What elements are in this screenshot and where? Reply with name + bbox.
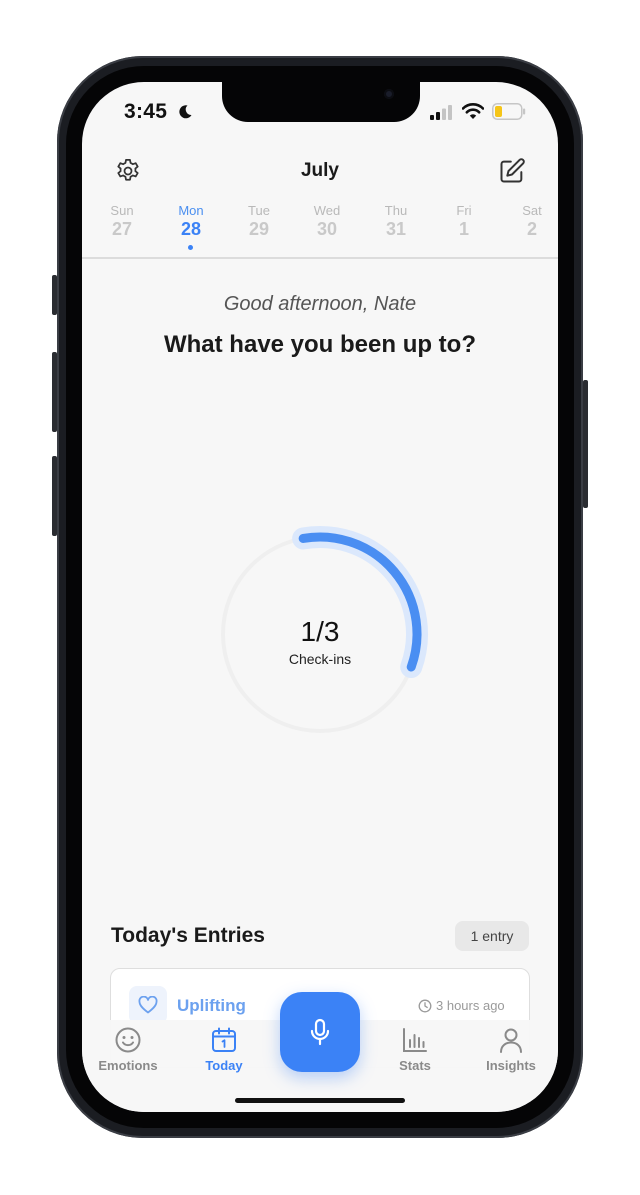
side-button-power	[583, 380, 588, 508]
day-name: Wed	[313, 203, 341, 218]
person-icon	[500, 1028, 522, 1053]
day-tue[interactable]: Tue 29	[229, 203, 289, 240]
checkin-count: 1/3	[300, 616, 340, 647]
prompt-headline: What have you been up to?	[163, 331, 476, 358]
tab-label: Today	[205, 1058, 243, 1073]
month-title: July	[300, 160, 340, 181]
tab-label: Insights	[486, 1058, 536, 1073]
day-name: Sat	[522, 203, 542, 218]
record-voice-button[interactable]	[280, 992, 360, 1072]
day-name: Mon	[178, 203, 204, 218]
day-name: Fri	[456, 203, 472, 218]
day-name: Tue	[248, 203, 270, 218]
heart-icon	[138, 996, 158, 1014]
day-wed[interactable]: Wed 30	[297, 203, 357, 240]
day-number: 2	[526, 219, 537, 239]
day-number: 27	[111, 219, 133, 239]
day-name: Sun	[110, 203, 134, 218]
day-thu[interactable]: Thu 31	[366, 203, 426, 240]
side-button-mute	[52, 275, 57, 315]
notch	[222, 82, 420, 122]
battery-icon	[492, 103, 526, 120]
tab-label: Stats	[399, 1058, 431, 1073]
tab-label: Emotions	[98, 1058, 158, 1073]
day-number: 28	[180, 219, 202, 239]
selected-day-dot	[188, 245, 193, 250]
smile-icon	[115, 1027, 141, 1053]
day-fri[interactable]: Fri 1	[434, 203, 494, 240]
front-camera	[384, 89, 394, 99]
day-sat[interactable]: Sat 2	[502, 203, 558, 240]
home-indicator[interactable]	[235, 1098, 405, 1103]
moon-icon	[179, 105, 192, 119]
day-number: 31	[385, 219, 407, 239]
day-number: 30	[316, 219, 338, 239]
entry-timestamp: 3 hours ago	[436, 998, 505, 1013]
edit-icon[interactable]	[498, 157, 526, 185]
calendar-icon	[212, 1027, 236, 1052]
greeting: Good afternoon, Nate	[223, 293, 417, 315]
status-time: 3:45	[124, 100, 168, 123]
entries-section-title: Today's Entries	[111, 924, 265, 947]
tab-insights[interactable]: Insights	[465, 1026, 557, 1073]
entry-emotion-badge	[129, 986, 167, 1024]
mic-icon	[310, 1018, 330, 1046]
wifi-icon	[462, 103, 484, 119]
day-number: 29	[248, 219, 270, 239]
week-strip: Sun 27 Mon 28 Tue 29 Wed 30 Thu 31 Fri 1…	[82, 203, 558, 259]
signal-icon	[430, 105, 452, 120]
tab-stats[interactable]: Stats	[369, 1026, 461, 1073]
clock-icon	[418, 999, 432, 1013]
entries-count-badge: 1 entry	[455, 921, 529, 951]
bar-chart-icon	[403, 1028, 427, 1052]
day-mon-selected[interactable]: Mon 28	[161, 203, 221, 250]
entry-title: Uplifting	[177, 996, 246, 1015]
side-button-volume-up	[52, 352, 57, 432]
day-number: 1	[458, 219, 469, 239]
day-sun[interactable]: Sun 27	[92, 203, 152, 240]
side-button-volume-down	[52, 456, 57, 536]
day-name: Thu	[384, 203, 408, 218]
checkin-label: Check-ins	[288, 651, 352, 667]
header-divider	[82, 257, 558, 259]
app-screen: 3:45 July Sun 27 Mon 28 Tue 29 Wed 30 Th…	[82, 82, 558, 1112]
tab-emotions[interactable]: Emotions	[82, 1026, 174, 1073]
tab-today[interactable]: Today	[178, 1026, 270, 1073]
